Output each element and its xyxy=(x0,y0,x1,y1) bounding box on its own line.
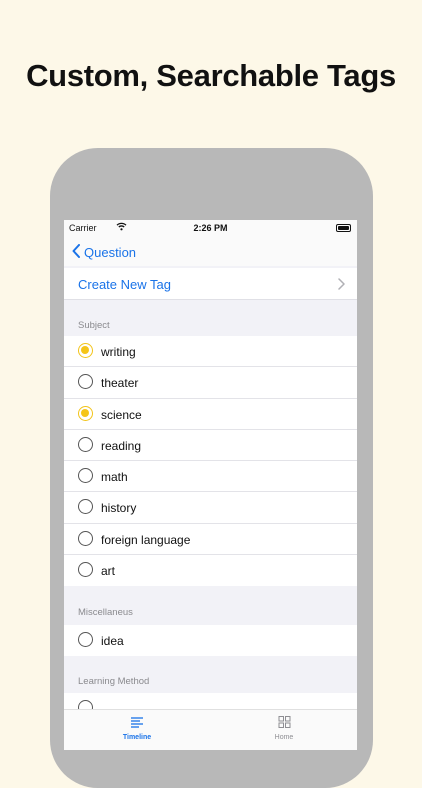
miscellaneus-tag-list: idea xyxy=(64,625,357,657)
tag-row-theater[interactable]: theater xyxy=(64,367,357,399)
status-bar: Carrier 2:26 PM xyxy=(64,220,357,238)
page-headline: Custom, Searchable Tags xyxy=(26,58,396,93)
section-header-miscellaneus: Miscellaneus xyxy=(78,607,133,618)
chevron-right-icon xyxy=(338,277,345,295)
radio-unselected-icon xyxy=(78,468,93,484)
battery-icon xyxy=(336,224,351,232)
tab-home-label: Home xyxy=(274,734,294,741)
radio-selected-icon xyxy=(78,343,93,358)
chevron-left-icon xyxy=(72,243,84,261)
section-header-learning-method: Learning Method xyxy=(78,676,150,687)
radio-unselected-icon xyxy=(78,562,93,578)
radio-unselected-icon xyxy=(78,499,93,515)
radio-unselected-icon xyxy=(78,632,93,647)
tag-label: writing xyxy=(101,345,136,359)
status-time: 2:26 PM xyxy=(193,223,228,233)
tag-label: foreign language xyxy=(101,532,191,547)
section-header-subject: Subject xyxy=(78,320,110,331)
tag-row-idea[interactable]: idea xyxy=(64,625,357,656)
create-new-tag-label: Create New Tag xyxy=(78,277,171,292)
radio-unselected-icon xyxy=(78,374,93,390)
create-new-tag-row[interactable]: Create New Tag xyxy=(64,268,357,300)
tag-label: reading xyxy=(101,438,142,453)
radio-unselected-icon xyxy=(78,436,93,452)
tab-timeline[interactable]: Timeline xyxy=(107,716,167,741)
phone-screen: Carrier 2:26 PM Question Create New Tag … xyxy=(64,220,357,750)
tag-row-science[interactable]: science xyxy=(64,399,357,430)
subject-tag-list: writing theater science reading math his… xyxy=(64,336,357,587)
tag-row-writing[interactable]: writing xyxy=(64,336,357,368)
tag-row-math[interactable]: math xyxy=(64,461,357,493)
grid-icon xyxy=(254,716,314,730)
tag-label: history xyxy=(101,501,137,516)
tag-row-reading[interactable]: reading xyxy=(64,430,357,462)
tag-label: idea xyxy=(101,634,124,648)
navigation-bar: Question xyxy=(64,238,357,266)
tag-row-history[interactable]: history xyxy=(64,492,357,524)
tag-label: art xyxy=(101,564,116,579)
radio-selected-icon xyxy=(78,405,93,421)
tag-row-foreign-language[interactable]: foreign language xyxy=(64,524,357,556)
tag-label: science xyxy=(101,407,142,422)
tag-label: theater xyxy=(101,376,139,391)
tab-timeline-label: Timeline xyxy=(122,734,152,741)
tab-bar: Timeline Home xyxy=(64,709,357,750)
tag-label: math xyxy=(101,470,128,485)
back-button[interactable]: Question xyxy=(72,242,136,262)
radio-unselected-icon xyxy=(78,530,93,546)
tab-home[interactable]: Home xyxy=(254,716,314,741)
tag-row-art[interactable]: art xyxy=(64,555,357,586)
back-button-label: Question xyxy=(84,244,137,260)
list-icon xyxy=(107,716,167,730)
